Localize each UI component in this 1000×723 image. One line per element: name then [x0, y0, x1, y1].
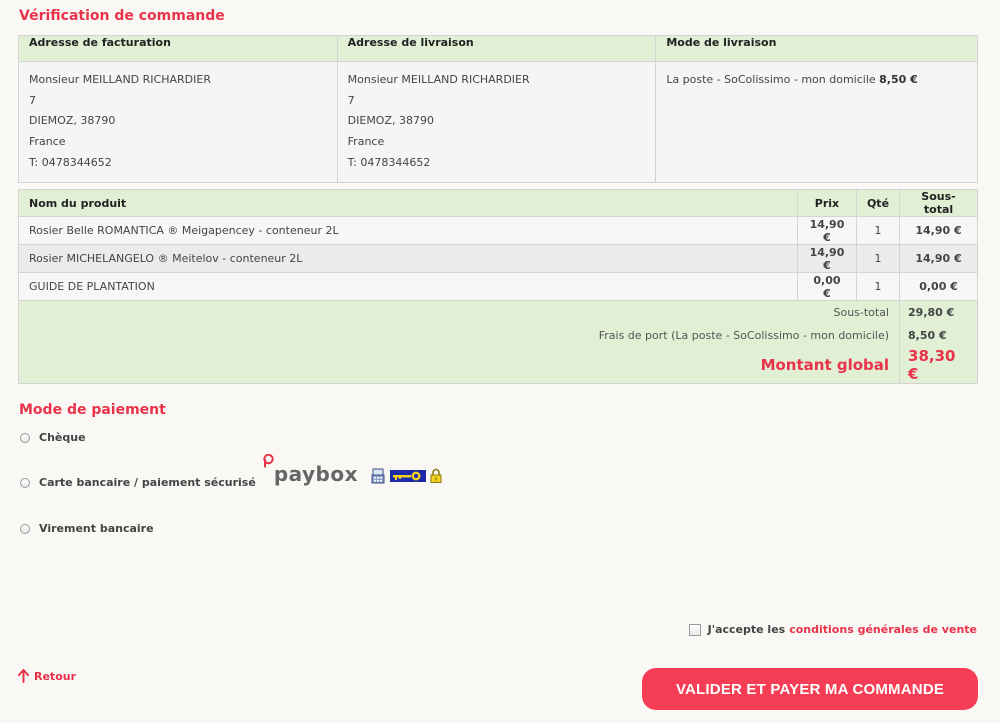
product-name: Rosier MICHELANGELO ® Meitelov - contene… — [18, 244, 798, 273]
shipping-phone: T: 0478344652 — [347, 155, 431, 169]
billing-street: 7 — [29, 93, 36, 107]
card-label: Carte bancaire / paiement sécurisé — [39, 476, 256, 489]
back-label: Retour — [34, 669, 77, 683]
card-radio[interactable] — [20, 477, 30, 488]
product-subtotal: 0,00 € — [899, 272, 978, 301]
price-header: Prix — [796, 189, 857, 217]
shipping-address: Monsieur MEILLAND RICHARDIER 7 DIEMOZ, 3… — [336, 61, 657, 183]
transfer-label: Virement bancaire — [39, 522, 154, 535]
subtotal-header: Sous-total — [899, 189, 978, 217]
payment-option-cheque[interactable]: Chèque — [20, 431, 86, 444]
terms-checkbox[interactable] — [688, 623, 701, 636]
delivery-method: La poste - SoColissimo - mon domicile — [666, 73, 876, 86]
product-table: Nom du produit Prix Qté Sous-total Rosie… — [17, 189, 978, 384]
cheque-radio[interactable] — [20, 432, 30, 443]
order-check-title: Vérification de commande — [19, 8, 225, 24]
billing-city: DIEMOZ, 38790 — [29, 114, 116, 128]
security-icons — [370, 468, 442, 484]
subtotal-label: Sous-total — [17, 300, 901, 324]
address-table: Adresse de facturation Adresse de livrai… — [18, 35, 978, 183]
terms-link[interactable]: conditions générales de vente — [789, 623, 977, 636]
terms-prefix: J'accepte les — [707, 623, 786, 636]
product-price: 14,90 € — [796, 244, 857, 273]
billing-phone: T: 0478344652 — [29, 155, 112, 169]
payment-option-transfer[interactable]: Virement bancaire — [20, 522, 154, 535]
product-price: 14,90 € — [796, 216, 857, 245]
table-row: GUIDE DE PLANTATION 0,00 € 1 0,00 € — [18, 272, 978, 301]
product-name-header: Nom du produit — [18, 189, 798, 217]
product-name: Rosier Belle ROMANTICA ® Meigapencey - c… — [18, 216, 798, 245]
shipping-cost-label: Frais de port (La poste - SoColissimo - … — [17, 323, 901, 347]
shipping-cost-value: 8,50 € — [899, 323, 978, 347]
key-icon — [390, 469, 427, 482]
shipping-address-header: Adresse de livraison — [336, 35, 657, 62]
paybox-logo: paybox — [263, 453, 358, 486]
subtotal-value: 29,80 € — [899, 300, 978, 324]
padlock-icon — [430, 468, 442, 483]
shipping-name: Monsieur MEILLAND RICHARDIER — [347, 73, 530, 86]
qty-header: Qté — [855, 189, 901, 217]
shipping-country: France — [347, 135, 385, 149]
terms-acceptance[interactable]: J'accepte les conditions générales de ve… — [688, 623, 977, 636]
billing-country: France — [29, 135, 66, 149]
back-link[interactable]: Retour — [18, 669, 76, 683]
product-qty: 1 — [855, 244, 901, 273]
delivery-mode-header: Mode de livraison — [655, 35, 978, 62]
product-qty: 1 — [855, 272, 901, 301]
billing-address: Monsieur MEILLAND RICHARDIER 7 DIEMOZ, 3… — [18, 61, 338, 183]
shipping-cost-row: Frais de port (La poste - SoColissimo - … — [17, 323, 978, 347]
payment-option-card[interactable]: Carte bancaire / paiement sécurisé paybo… — [20, 453, 442, 489]
product-subtotal: 14,90 € — [899, 216, 978, 245]
validate-and-pay-button[interactable]: VALIDER ET PAYER MA COMMANDE — [642, 668, 978, 710]
transfer-radio[interactable] — [20, 523, 30, 534]
product-subtotal: 14,90 € — [899, 244, 978, 273]
billing-address-header: Adresse de facturation — [18, 35, 338, 62]
grand-total-row: Montant global 38,30 € — [17, 346, 978, 384]
product-name: GUIDE DE PLANTATION — [18, 272, 798, 301]
delivery-mode: La poste - SoColissimo - mon domicile 8,… — [655, 61, 978, 183]
grand-total-value: 38,30 € — [899, 346, 978, 384]
table-row: Rosier Belle ROMANTICA ® Meigapencey - c… — [18, 216, 978, 245]
shipping-city: DIEMOZ, 38790 — [347, 114, 434, 128]
delivery-price: 8,50 € — [879, 73, 918, 86]
product-qty: 1 — [855, 216, 901, 245]
payment-title: Mode de paiement — [19, 402, 166, 418]
product-price: 0,00 € — [796, 272, 857, 301]
table-row: Rosier MICHELANGELO ® Meitelov - contene… — [18, 244, 978, 273]
billing-name: Monsieur MEILLAND RICHARDIER — [29, 73, 211, 86]
grand-total-label: Montant global — [17, 346, 901, 384]
arrow-up-icon — [18, 669, 29, 683]
cheque-label: Chèque — [39, 431, 86, 444]
paybox-pin-icon — [263, 453, 274, 467]
card-terminal-icon — [371, 468, 385, 483]
shipping-street: 7 — [347, 93, 355, 107]
subtotal-row: Sous-total 29,80 € — [17, 300, 978, 324]
